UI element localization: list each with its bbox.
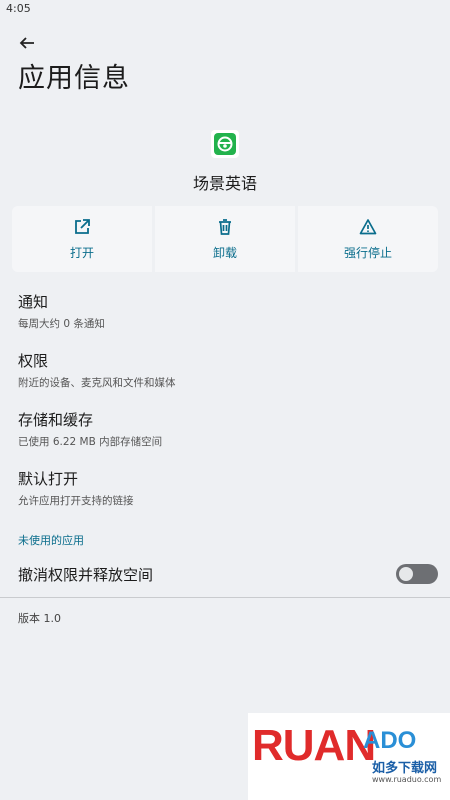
- settings-item-storage[interactable]: 存储和缓存 已使用 6.22 MB 内部存储空间: [18, 409, 438, 449]
- app-icon: [211, 130, 239, 158]
- open-external-icon: [75, 218, 90, 234]
- back-button[interactable]: [16, 32, 38, 54]
- settings-item-subtitle: 已使用 6.22 MB 内部存储空间: [18, 436, 163, 448]
- toggle-knob: [399, 567, 413, 581]
- settings-item-permissions[interactable]: 权限 附近的设备、麦克风和文件和媒体: [18, 350, 438, 390]
- warning-icon: [359, 218, 377, 234]
- divider: [0, 597, 450, 598]
- settings-item-subtitle: 允许应用打开支持的链接: [18, 495, 134, 507]
- open-button-label: 打开: [69, 245, 94, 260]
- watermark-logo: RUAN ADO 如多下载网 www.ruaduo.com: [248, 713, 450, 800]
- settings-item-notifications[interactable]: 通知 每周大约 0 条通知: [18, 291, 438, 331]
- watermark-text-big: RUAN: [252, 721, 376, 770]
- watermark-text-ado: ADO: [363, 727, 417, 754]
- status-bar: 4:05: [0, 0, 450, 22]
- settings-item-title: 存储和缓存: [18, 411, 94, 429]
- status-time: 4:05: [6, 2, 31, 15]
- settings-item-title: 默认打开: [18, 470, 79, 488]
- steering-wheel-icon: [214, 133, 236, 155]
- settings-item-open-by-default[interactable]: 默认打开 允许应用打开支持的链接: [18, 468, 438, 508]
- remove-permissions-toggle[interactable]: [396, 564, 438, 584]
- open-button[interactable]: 打开: [12, 206, 152, 272]
- settings-item-subtitle: 附近的设备、麦克风和文件和媒体: [18, 377, 176, 389]
- uninstall-button[interactable]: 卸载: [155, 206, 295, 272]
- watermark-url: www.ruaduo.com: [372, 775, 442, 784]
- force-stop-button-label: 强行停止: [343, 245, 392, 260]
- settings-item-title: 权限: [18, 352, 49, 370]
- remove-permissions-row[interactable]: 撤消权限并释放空间: [18, 564, 438, 586]
- app-name: 场景英语: [192, 174, 257, 193]
- settings-item-title: 通知: [18, 293, 49, 311]
- force-stop-button[interactable]: 强行停止: [298, 206, 438, 272]
- watermark-text-cn: 如多下载网: [372, 761, 438, 776]
- remove-permissions-label: 撤消权限并释放空间: [18, 566, 154, 584]
- action-bar: 打开 卸载 强行停止: [12, 206, 438, 272]
- uninstall-button-label: 卸载: [212, 245, 237, 260]
- page-title: 应用信息: [18, 63, 130, 94]
- version-text: 版本 1.0: [18, 612, 61, 625]
- arrow-left-icon: [19, 37, 34, 49]
- trash-icon: [219, 218, 231, 235]
- unused-apps-section-header: 未使用的应用: [18, 534, 84, 547]
- settings-item-subtitle: 每周大约 0 条通知: [18, 318, 105, 330]
